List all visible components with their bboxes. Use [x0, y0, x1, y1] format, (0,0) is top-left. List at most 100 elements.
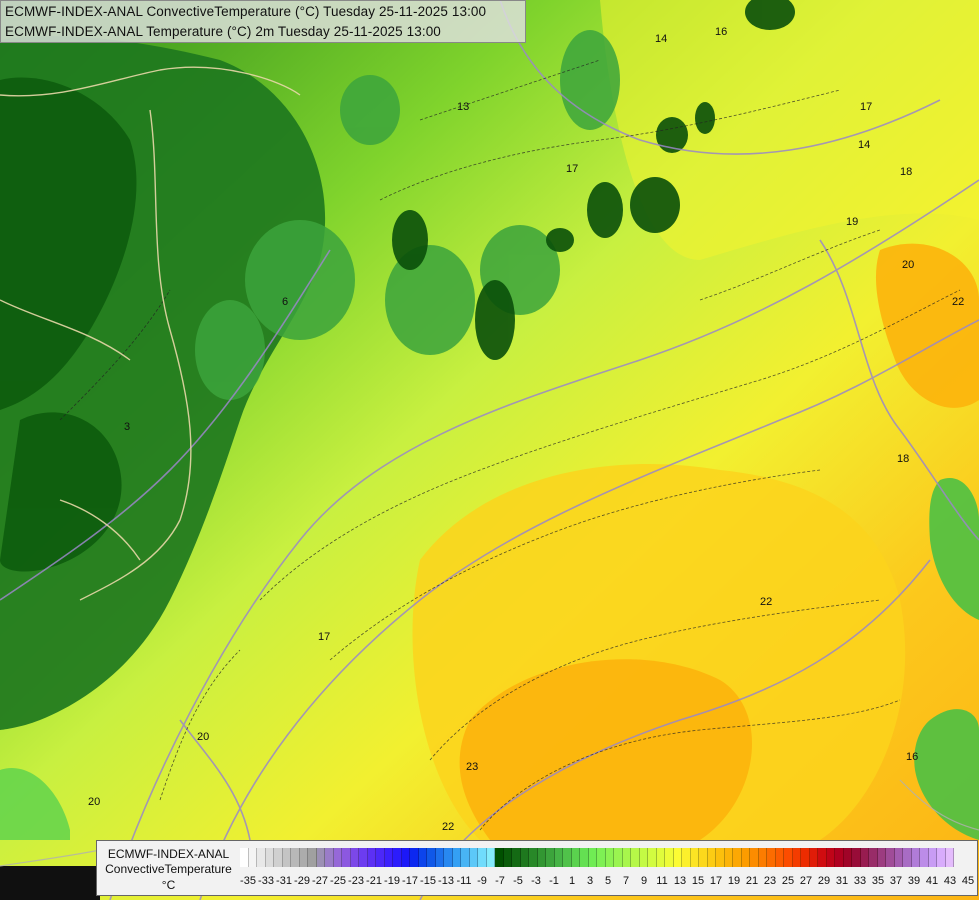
legend-swatch — [818, 848, 827, 867]
legend-swatch — [809, 848, 818, 867]
legend-tick-label: -11 — [456, 875, 472, 887]
legend-swatch — [673, 848, 682, 867]
legend-swatch — [903, 848, 912, 867]
legend-swatch — [911, 848, 920, 867]
legend-tick-label: 45 — [961, 875, 975, 887]
svg-text:20: 20 — [88, 796, 100, 808]
legend-swatch — [648, 848, 657, 867]
svg-text:6: 6 — [282, 296, 288, 308]
legend-swatch — [767, 848, 776, 867]
legend-swatch — [512, 848, 521, 867]
legend-swatch — [622, 848, 631, 867]
legend-swatch — [784, 848, 793, 867]
legend-tick-label: 39 — [907, 875, 921, 887]
legend-tick-label: -35 — [240, 875, 256, 887]
legend-tick-label: 11 — [656, 875, 668, 887]
legend-swatch — [316, 848, 325, 867]
legend-swatch — [920, 848, 929, 867]
legend-swatch — [393, 848, 402, 867]
svg-text:17: 17 — [860, 101, 872, 113]
legend-swatch — [529, 848, 538, 867]
legend-tick-label: -7 — [495, 875, 505, 887]
legend-swatch — [877, 848, 886, 867]
legend-swatch — [699, 848, 708, 867]
svg-text:18: 18 — [897, 453, 909, 465]
legend-tick-label: -3 — [531, 875, 541, 887]
legend-swatch — [444, 848, 453, 867]
legend-swatch — [605, 848, 614, 867]
legend-swatch — [495, 848, 504, 867]
legend-tick-label: -17 — [402, 875, 418, 887]
legend-swatch — [631, 848, 640, 867]
legend-tick-label: 21 — [745, 875, 759, 887]
legend-swatch — [801, 848, 810, 867]
legend-tick-label: -23 — [348, 875, 364, 887]
legend-swatch — [325, 848, 334, 867]
legend-swatch — [265, 848, 274, 867]
legend-tick-label: -31 — [276, 875, 292, 887]
legend-swatch — [478, 848, 487, 867]
legend-variable: ConvectiveTemperature — [105, 862, 232, 876]
legend-swatch — [639, 848, 648, 867]
legend-color-scale — [240, 848, 954, 867]
legend-swatch — [240, 848, 249, 867]
legend-tick-label: 1 — [568, 875, 576, 887]
legend-swatch — [435, 848, 444, 867]
legend-swatch — [503, 848, 512, 867]
legend-swatch — [826, 848, 835, 867]
legend-swatch — [291, 848, 300, 867]
legend-swatch — [835, 848, 844, 867]
svg-text:22: 22 — [442, 821, 454, 833]
legend-swatch — [724, 848, 733, 867]
svg-text:16: 16 — [715, 26, 727, 38]
legend-swatch — [563, 848, 572, 867]
legend-swatch — [520, 848, 529, 867]
legend-tick-label: 37 — [889, 875, 903, 887]
color-legend: ECMWF-INDEX-ANAL ConvectiveTemperature °… — [96, 840, 978, 896]
legend-swatch — [775, 848, 784, 867]
legend-swatch — [750, 848, 759, 867]
legend-swatch — [733, 848, 742, 867]
svg-text:17: 17 — [318, 631, 330, 643]
svg-text:13: 13 — [457, 101, 469, 113]
svg-text:18: 18 — [900, 166, 912, 178]
legend-tick-label: -1 — [549, 875, 559, 887]
legend-swatch — [665, 848, 674, 867]
legend-tick-label: 25 — [781, 875, 795, 887]
legend-tick-label: -19 — [384, 875, 400, 887]
legend-swatch — [248, 848, 257, 867]
legend-tick-label: -15 — [420, 875, 436, 887]
title-2m-temperature: ECMWF-INDEX-ANAL Temperature (°C) 2m Tue… — [5, 24, 441, 39]
legend-swatch — [333, 848, 342, 867]
svg-text:17: 17 — [566, 163, 578, 175]
legend-tick-label: 43 — [943, 875, 957, 887]
legend-swatch — [452, 848, 461, 867]
legend-swatch — [886, 848, 895, 867]
legend-swatch — [384, 848, 393, 867]
svg-text:14: 14 — [858, 139, 870, 151]
legend-swatch — [860, 848, 869, 867]
legend-swatch — [274, 848, 283, 867]
legend-swatch — [486, 848, 495, 867]
svg-text:22: 22 — [760, 596, 772, 608]
svg-text:22: 22 — [952, 296, 964, 308]
svg-text:14: 14 — [655, 33, 667, 45]
legend-tick-label: 3 — [586, 875, 594, 887]
legend-swatch — [376, 848, 385, 867]
legend-tick-label: -13 — [438, 875, 454, 887]
legend-swatch — [537, 848, 546, 867]
legend-unit: °C — [161, 878, 176, 892]
legend-swatch — [427, 848, 436, 867]
legend-swatch — [257, 848, 266, 867]
legend-tick-label: -9 — [477, 875, 487, 887]
svg-text:23: 23 — [466, 761, 478, 773]
legend-swatch — [690, 848, 699, 867]
legend-tick-label: -29 — [294, 875, 310, 887]
legend-swatch — [367, 848, 376, 867]
legend-swatch — [359, 848, 368, 867]
legend-tick-label: -5 — [513, 875, 523, 887]
legend-swatch — [894, 848, 903, 867]
legend-source: ECMWF-INDEX-ANAL — [107, 847, 230, 861]
legend-tick-label: 15 — [691, 875, 705, 887]
legend-tick-label: 31 — [835, 875, 849, 887]
